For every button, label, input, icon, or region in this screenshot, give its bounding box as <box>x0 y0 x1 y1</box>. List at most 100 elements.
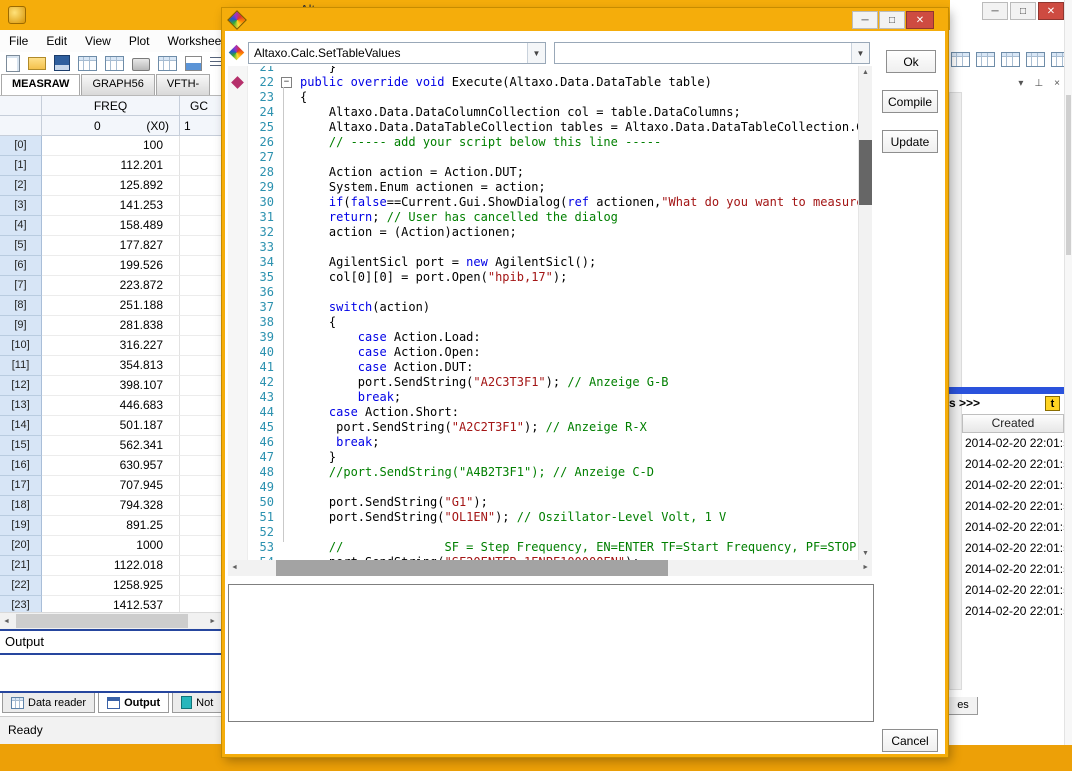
tab-vfth[interactable]: VFTH- <box>156 74 210 95</box>
row-header[interactable]: [22] <box>0 576 42 596</box>
minimize-icon[interactable]: ─ <box>982 2 1008 20</box>
cell-gc[interactable] <box>180 156 221 176</box>
cell-freq[interactable]: 1412.537 <box>42 596 180 612</box>
row-header[interactable]: [20] <box>0 536 42 556</box>
code-line[interactable]: 52 <box>228 525 858 540</box>
table-row[interactable]: [13]446.683 <box>0 396 221 416</box>
secondary-combobox[interactable]: ▼ <box>554 42 870 64</box>
scrollbar-thumb[interactable] <box>859 140 872 205</box>
row-header[interactable]: [10] <box>0 336 42 356</box>
row-header[interactable]: [9] <box>0 316 42 336</box>
code-line[interactable]: 46 break; <box>228 435 858 450</box>
table-row[interactable]: [1]112.201 <box>0 156 221 176</box>
row-header[interactable]: [3] <box>0 196 42 216</box>
breakpoint-icon[interactable] <box>231 76 244 89</box>
cell-freq[interactable]: 1122.018 <box>42 556 180 576</box>
cell-gc[interactable] <box>180 396 221 416</box>
row-header[interactable]: [19] <box>0 516 42 536</box>
table-row[interactable]: [0]100 <box>0 136 221 156</box>
code-line[interactable]: 34 AgilentSicl port = new AgilentSicl(); <box>228 255 858 270</box>
row-header[interactable]: [11] <box>0 356 42 376</box>
print-icon[interactable] <box>132 58 150 71</box>
ok-button[interactable]: Ok <box>886 50 936 73</box>
code-line[interactable]: 53 // SF = Step Frequency, EN=ENTER TF=S… <box>228 540 858 555</box>
code-line[interactable]: 42 port.SendString("A2C3T3F1"); // Anzei… <box>228 375 858 390</box>
cell-freq[interactable]: 316.227 <box>42 336 180 356</box>
cell-gc[interactable] <box>180 236 221 256</box>
cell-gc[interactable] <box>180 556 221 576</box>
table-icon[interactable] <box>1026 52 1045 67</box>
row-header[interactable]: [1] <box>0 156 42 176</box>
cell-gc[interactable] <box>180 436 221 456</box>
chevron-down-icon[interactable]: ▼ <box>527 43 545 63</box>
code-line[interactable]: 23{ <box>228 90 858 105</box>
cell-gc[interactable] <box>180 136 221 156</box>
scroll-right-icon[interactable]: ► <box>209 618 216 625</box>
code-line[interactable]: 32 action = (Action)actionen; <box>228 225 858 240</box>
table-row[interactable]: [6]199.526 <box>0 256 221 276</box>
scroll-left-icon[interactable]: ◄ <box>3 618 10 625</box>
scroll-right-icon[interactable]: ► <box>862 564 869 571</box>
table-row[interactable]: [11]354.813 <box>0 356 221 376</box>
code-line[interactable]: 39 case Action.Load: <box>228 330 858 345</box>
cell-freq[interactable]: 177.827 <box>42 236 180 256</box>
code-line[interactable]: 44 case Action.Short: <box>228 405 858 420</box>
table-row[interactable]: [12]398.107 <box>0 376 221 396</box>
table-row[interactable]: [19]891.25 <box>0 516 221 536</box>
cell-freq[interactable]: 1000 <box>42 536 180 556</box>
cell-freq[interactable]: 223.872 <box>42 276 180 296</box>
row-header[interactable]: [7] <box>0 276 42 296</box>
corner-cell[interactable] <box>0 116 42 136</box>
code-line[interactable]: 36 <box>228 285 858 300</box>
cell-freq[interactable]: 112.201 <box>42 156 180 176</box>
chevron-down-icon[interactable]: ▾ <box>1018 78 1023 89</box>
save-icon[interactable] <box>54 55 70 71</box>
row-header[interactable]: [4] <box>0 216 42 236</box>
table-row[interactable]: [22]1258.925 <box>0 576 221 596</box>
column-header-created[interactable]: Created <box>962 414 1064 433</box>
list-item[interactable]: 2014-02-20 22:01:5 <box>962 538 1064 559</box>
table-row[interactable]: [8]251.188 <box>0 296 221 316</box>
menu-edit[interactable]: Edit <box>37 34 76 48</box>
list-item[interactable]: 2014-02-20 22:01:5 <box>962 433 1064 454</box>
cell-gc[interactable] <box>180 196 221 216</box>
cell-freq[interactable]: 125.892 <box>42 176 180 196</box>
cell-gc[interactable] <box>180 416 221 436</box>
scroll-down-icon[interactable]: ▼ <box>859 550 872 557</box>
code-line[interactable]: 28 Action action = Action.DUT; <box>228 165 858 180</box>
code-line[interactable]: 25 Altaxo.Data.DataTableCollection table… <box>228 120 858 135</box>
subheader-freq[interactable]: 0 (X0) <box>42 116 180 136</box>
row-header[interactable]: [2] <box>0 176 42 196</box>
menu-file[interactable]: File <box>0 34 37 48</box>
code-line[interactable]: 51 port.SendString("OL1EN"); // Oszillat… <box>228 510 858 525</box>
row-header[interactable]: [5] <box>0 236 42 256</box>
cell-gc[interactable] <box>180 356 221 376</box>
open-folder-icon[interactable] <box>28 57 46 70</box>
code-line[interactable]: 41 case Action.DUT: <box>228 360 858 375</box>
code-line[interactable]: 27 <box>228 150 858 165</box>
menu-plot[interactable]: Plot <box>120 34 159 48</box>
cell-freq[interactable]: 446.683 <box>42 396 180 416</box>
scrollbar-thumb[interactable] <box>16 614 188 628</box>
table-badge-icon[interactable]: t <box>1045 396 1060 411</box>
table-icon[interactable] <box>976 52 995 67</box>
editor-vertical-scrollbar[interactable]: ▲ ▼ <box>858 66 872 560</box>
code-editor[interactable]: 21 }22−public override void Execute(Alta… <box>228 66 872 560</box>
cell-gc[interactable] <box>180 256 221 276</box>
scrollbar-thumb[interactable] <box>1066 95 1071 255</box>
cell-gc[interactable] <box>180 456 221 476</box>
close-icon[interactable]: × <box>1054 78 1060 89</box>
tab-output[interactable]: Output <box>98 693 169 713</box>
table-icon[interactable] <box>158 56 177 71</box>
scrollbar-thumb[interactable] <box>276 560 668 576</box>
new-worksheet-icon[interactable] <box>78 56 97 71</box>
table-row[interactable]: [2]125.892 <box>0 176 221 196</box>
row-header[interactable]: [6] <box>0 256 42 276</box>
row-header[interactable]: [13] <box>0 396 42 416</box>
cell-gc[interactable] <box>180 276 221 296</box>
code-line[interactable]: 50 port.SendString("G1"); <box>228 495 858 510</box>
cell-gc[interactable] <box>180 176 221 196</box>
code-line[interactable]: 26 // ----- add your script below this l… <box>228 135 858 150</box>
right-scrollbar[interactable] <box>1064 0 1072 745</box>
dialog-titlebar[interactable] <box>222 8 948 31</box>
